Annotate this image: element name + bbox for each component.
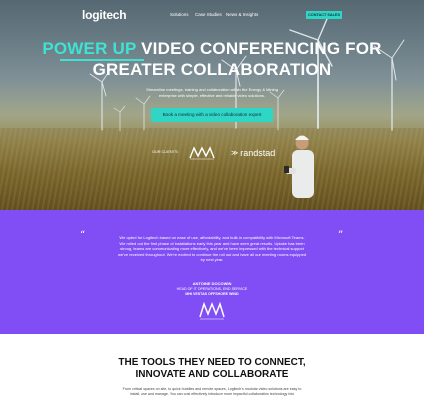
hero-subcopy: Streamline meetings, training and collab… xyxy=(146,87,278,98)
tools-section-title: THE TOOLS THEY NEED TO CONNECT, INNOVATE… xyxy=(0,357,424,381)
tools-title-line1: THE TOOLS THEY NEED TO CONNECT, xyxy=(118,357,306,368)
headline-line2: GREATER COLLABORATION xyxy=(92,60,332,79)
hero-section: logitech Solutions Case Studies News & I… xyxy=(0,0,424,210)
close-quote-icon: ” xyxy=(338,230,344,241)
open-quote-icon: “ xyxy=(80,230,86,241)
randstad-mark-icon: ≫ xyxy=(231,150,241,157)
testimonial-quote: We opted for Logitech based on ease of u… xyxy=(118,235,307,263)
mhi-vestas-testimonial-logo xyxy=(199,301,225,320)
nav-item-case-studies[interactable]: Case Studies xyxy=(195,12,222,17)
clients-strip: OUR CLIENTS: ≫ randstad xyxy=(0,146,424,160)
headline-accent-underline xyxy=(60,59,144,61)
headline-line1: VIDEO CONFERENCING FOR xyxy=(136,39,382,58)
headline-accent: POWER UP xyxy=(42,39,137,58)
randstad-logo: ≫ randstad xyxy=(231,148,275,158)
testimonial-author-title: HEAD OF IT OPERATIONS, END SERVICE xyxy=(176,287,248,291)
top-navigation: logitech Solutions Case Studies News & I… xyxy=(0,8,424,22)
clients-label: OUR CLIENTS: xyxy=(152,150,179,154)
tools-title-line2: INNOVATE AND COLLABORATE xyxy=(135,369,289,380)
contact-sales-button[interactable]: CONTACT SALES xyxy=(306,11,342,19)
testimonial-section: “ ” We opted for Logitech based on ease … xyxy=(0,210,424,334)
tools-section-copy: From critical spaces on site, to quick h… xyxy=(122,387,302,396)
nav-item-solutions[interactable]: Solutions xyxy=(170,12,189,17)
book-meeting-button[interactable]: Book a meeting with a video collaboratio… xyxy=(151,108,273,122)
testimonial-author-name: ANTOINE DOCOWIN xyxy=(192,281,232,286)
logitech-logo[interactable]: logitech xyxy=(82,8,127,22)
worker-figure xyxy=(284,135,314,198)
testimonial-author-company: MHI VESTAS OFFSHORE WIND xyxy=(185,292,239,296)
randstad-logo-text: randstad xyxy=(240,148,276,158)
wind-turbines-illustration xyxy=(89,11,405,198)
mhi-vestas-logo xyxy=(189,146,215,160)
nav-item-news-insights[interactable]: News & Insights xyxy=(226,12,258,17)
